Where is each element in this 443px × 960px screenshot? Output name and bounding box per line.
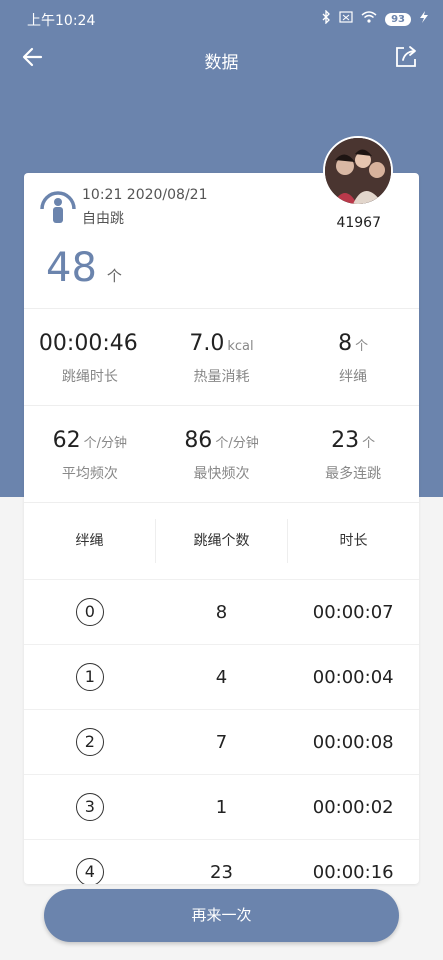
stat-label: 跳绳时长 bbox=[61, 369, 118, 385]
stat-value: 00:00:46 bbox=[38, 331, 138, 356]
column-header-trip: 绊绳 bbox=[24, 519, 156, 563]
stat-unit: 个/分钟 bbox=[215, 436, 259, 451]
stat-value: 86 bbox=[184, 428, 213, 453]
stats-row-2: 62 个/分钟 平均频次 86 个/分钟 最快频次 23 个 最多连跳 bbox=[24, 406, 419, 503]
session-mode: 自由跳 bbox=[82, 211, 124, 227]
stat-unit: kcal bbox=[227, 339, 254, 354]
charging-icon bbox=[419, 11, 429, 27]
bluetooth-icon bbox=[321, 9, 331, 28]
avatar[interactable] bbox=[323, 136, 393, 206]
jump-count-unit: 个 bbox=[106, 267, 122, 285]
stat-trips: 8个 绊绳 bbox=[287, 309, 419, 405]
row-count: 23 bbox=[210, 861, 233, 883]
column-header-duration: 时长 bbox=[339, 533, 368, 549]
jump-count: 48 个 bbox=[46, 245, 122, 291]
stat-label: 最快频次 bbox=[193, 466, 250, 482]
trip-index: 1 bbox=[75, 663, 104, 691]
stat-unit: 个/分钟 bbox=[83, 436, 128, 451]
wifi-icon bbox=[361, 11, 377, 27]
page-title: 数据 bbox=[204, 53, 239, 73]
table-row: 3 1 00:00:02 bbox=[24, 775, 419, 840]
jump-rope-icon bbox=[38, 187, 78, 227]
trip-index: 0 bbox=[75, 598, 104, 626]
table-row: 0 8 00:00:07 bbox=[24, 580, 419, 645]
share-icon[interactable] bbox=[394, 45, 418, 69]
stat-unit: 个 bbox=[362, 436, 376, 451]
stat-value: 23 bbox=[331, 428, 360, 453]
row-count: 7 bbox=[215, 731, 228, 753]
stat-value: 8 bbox=[338, 331, 353, 356]
user-id: 41967 bbox=[336, 215, 381, 231]
column-header-count: 跳绳个数 bbox=[156, 519, 288, 563]
trip-index: 4 bbox=[75, 858, 104, 884]
row-duration: 00:00:07 bbox=[312, 601, 394, 623]
row-count: 8 bbox=[215, 601, 228, 623]
table-header: 绊绳 跳绳个数 时长 bbox=[24, 503, 419, 580]
stat-value: 62 bbox=[52, 428, 81, 453]
battery-icon: 93 bbox=[385, 12, 411, 26]
row-count: 4 bbox=[215, 666, 228, 688]
stat-value: 7.0 bbox=[189, 331, 225, 356]
stat-label: 最多连跳 bbox=[325, 466, 382, 482]
stat-label: 平均频次 bbox=[61, 466, 118, 482]
row-duration: 00:00:08 bbox=[312, 731, 394, 753]
stat-unit: 个 bbox=[355, 339, 369, 354]
stat-calories: 7.0 kcal 热量消耗 bbox=[156, 309, 288, 405]
status-bar: 上午10:24 93 bbox=[0, 0, 443, 38]
status-icons: 93 bbox=[321, 9, 429, 28]
table-row: 2 7 00:00:08 bbox=[24, 710, 419, 775]
row-duration: 00:00:04 bbox=[312, 666, 394, 688]
jump-count-value: 48 bbox=[46, 245, 97, 291]
session-datetime: 10:21 2020/08/21 bbox=[82, 187, 208, 203]
trip-index: 3 bbox=[75, 793, 104, 821]
stat-duration: 00:00:46 跳绳时长 bbox=[24, 309, 156, 405]
table-row: 4 23 00:00:16 bbox=[24, 840, 419, 884]
row-duration: 00:00:16 bbox=[312, 861, 394, 883]
stat-max-streak: 23 个 最多连跳 bbox=[287, 406, 419, 502]
row-count: 1 bbox=[215, 796, 228, 818]
top-bar: 数据 bbox=[0, 38, 443, 78]
sim-icon bbox=[339, 11, 353, 27]
stat-label: 热量消耗 bbox=[193, 369, 250, 385]
stats-row-1: 00:00:46 跳绳时长 7.0 kcal 热量消耗 8个 绊绳 bbox=[24, 309, 419, 406]
row-duration: 00:00:02 bbox=[312, 796, 394, 818]
status-time: 上午10:24 bbox=[27, 13, 96, 29]
stat-label: 绊绳 bbox=[339, 369, 368, 385]
table-row: 1 4 00:00:04 bbox=[24, 645, 419, 710]
data-card: 10:21 2020/08/21 自由跳 48 个 41967 00:00:46… bbox=[24, 173, 419, 884]
stat-fastest-rate: 86 个/分钟 最快频次 bbox=[156, 406, 288, 502]
trip-index: 2 bbox=[75, 728, 104, 756]
retry-button[interactable]: 再来一次 bbox=[44, 889, 399, 942]
stat-average-rate: 62 个/分钟 平均频次 bbox=[24, 406, 156, 502]
